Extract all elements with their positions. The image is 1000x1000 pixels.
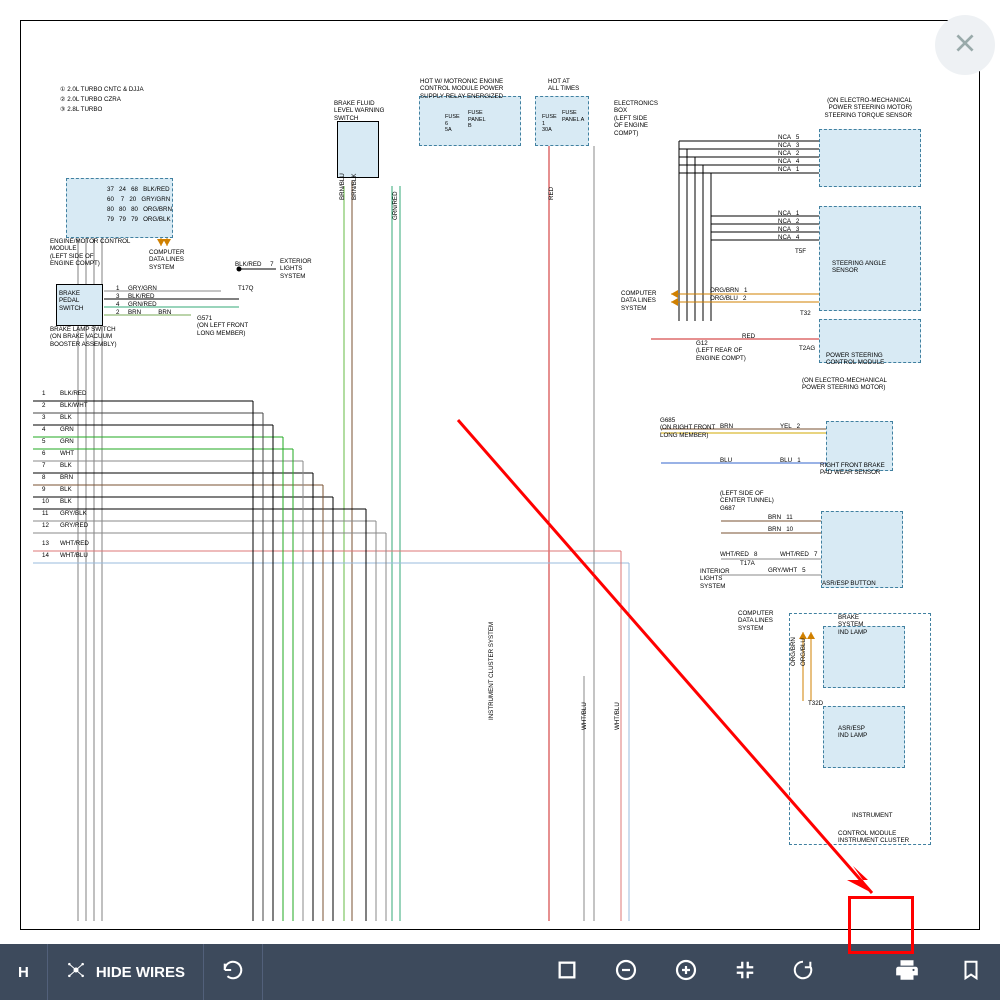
zoom-in-button[interactable] xyxy=(656,944,716,1000)
mode-button[interactable]: H xyxy=(0,944,48,1000)
bookmark-button[interactable] xyxy=(942,944,1000,1000)
rotate-icon xyxy=(792,959,814,986)
zoom-in-icon xyxy=(674,958,698,987)
close-button[interactable] xyxy=(935,15,995,75)
print-button[interactable] xyxy=(872,944,942,1000)
close-icon xyxy=(952,30,978,61)
wires-icon xyxy=(66,960,86,985)
refresh-icon xyxy=(222,959,244,986)
toolbar: H HIDE WIRES xyxy=(0,944,1000,1000)
zoom-out-icon xyxy=(614,958,638,987)
rotate-button[interactable] xyxy=(774,944,832,1000)
wiring-diagram[interactable] xyxy=(20,20,980,930)
fullscreen-button[interactable] xyxy=(716,944,774,1000)
print-icon xyxy=(894,957,920,988)
fit-button[interactable] xyxy=(538,944,596,1000)
collapse-icon xyxy=(734,959,756,986)
square-icon xyxy=(556,959,578,986)
bookmark-icon xyxy=(960,959,982,986)
refresh-button[interactable] xyxy=(204,944,263,1000)
hide-wires-button[interactable]: HIDE WIRES xyxy=(48,944,204,1000)
zoom-out-button[interactable] xyxy=(596,944,656,1000)
